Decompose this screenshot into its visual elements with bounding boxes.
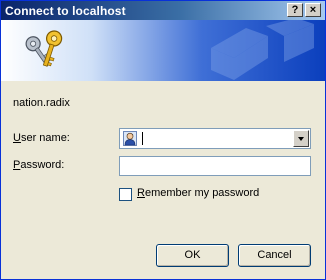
cancel-button[interactable]: Cancel bbox=[238, 244, 311, 267]
remember-label-text: emember my password bbox=[144, 187, 260, 199]
remember-password-label[interactable]: Remember my password bbox=[137, 187, 259, 199]
user-icon bbox=[123, 131, 137, 146]
window-title: Connect to localhost bbox=[5, 4, 126, 18]
username-dropdown-button[interactable] bbox=[293, 130, 309, 147]
close-button[interactable]: × bbox=[305, 3, 321, 17]
remember-label-accelerator: R bbox=[137, 187, 145, 199]
ok-button[interactable]: OK bbox=[156, 244, 229, 267]
keys-icon bbox=[25, 30, 63, 67]
connect-dialog: Connect to localhost ? × nation.radix Us… bbox=[0, 0, 326, 280]
password-label: Password: bbox=[13, 159, 64, 171]
username-label-text: ser name: bbox=[20, 132, 70, 144]
server-name: nation.radix bbox=[13, 97, 70, 109]
username-label-accelerator: U bbox=[13, 132, 21, 144]
remember-password-checkbox[interactable] bbox=[119, 188, 132, 201]
username-combo[interactable] bbox=[119, 128, 311, 149]
chevron-down-icon bbox=[298, 137, 304, 141]
username-label: User name: bbox=[13, 132, 70, 144]
network-watermark-icon bbox=[211, 20, 314, 80]
text-caret bbox=[142, 132, 143, 145]
title-bar[interactable]: Connect to localhost ? × bbox=[1, 1, 325, 20]
help-button[interactable]: ? bbox=[287, 3, 303, 17]
password-input[interactable] bbox=[119, 156, 311, 176]
password-label-text: assword: bbox=[20, 159, 65, 171]
